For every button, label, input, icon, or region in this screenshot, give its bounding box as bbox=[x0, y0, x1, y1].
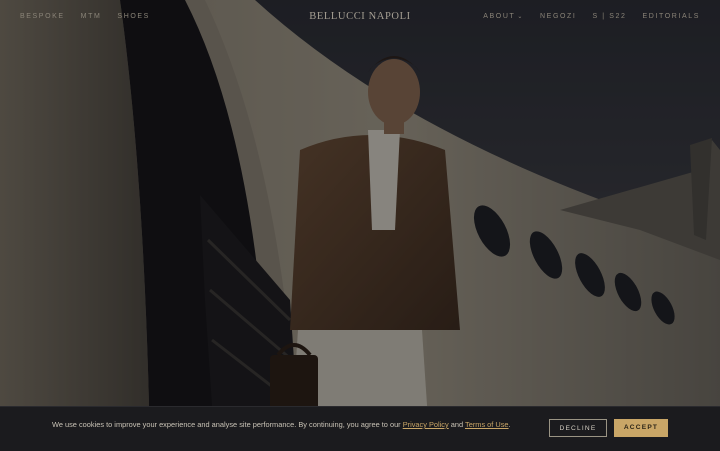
nav-link-editorials[interactable]: EDITORIALS bbox=[643, 13, 701, 20]
nav-link-negozi[interactable]: NEGOZI bbox=[540, 13, 576, 20]
terms-of-use-link[interactable]: Terms of Use bbox=[465, 420, 509, 429]
nav-link-about-label: ABOUT bbox=[483, 13, 516, 20]
top-navigation: BESPOKE MTM SHOES BELLUCCI NAPOLI ABOUT ⌄… bbox=[0, 0, 720, 36]
chevron-down-icon: ⌄ bbox=[517, 14, 525, 20]
decline-button[interactable]: DECLINE bbox=[549, 419, 607, 437]
accept-button[interactable]: ACCEPT bbox=[614, 419, 668, 437]
nav-link-about[interactable]: ABOUT ⌄ bbox=[483, 13, 524, 20]
nav-link-season[interactable]: S | S22 bbox=[592, 13, 626, 20]
cookie-text-after: . bbox=[508, 420, 511, 429]
privacy-policy-link[interactable]: Privacy Policy bbox=[403, 420, 449, 429]
cookie-banner: We use cookies to improve your experienc… bbox=[0, 406, 720, 451]
cookie-message: We use cookies to improve your experienc… bbox=[52, 419, 542, 430]
cookie-text-middle: and bbox=[448, 420, 466, 429]
nav-right-group: ABOUT ⌄ NEGOZI S | S22 EDITORIALS bbox=[467, 13, 700, 20]
cookie-text-before: We use cookies to improve your experienc… bbox=[52, 420, 403, 429]
brand-logo[interactable]: BELLUCCI NAPOLI bbox=[309, 11, 410, 22]
hero-image bbox=[0, 0, 720, 450]
